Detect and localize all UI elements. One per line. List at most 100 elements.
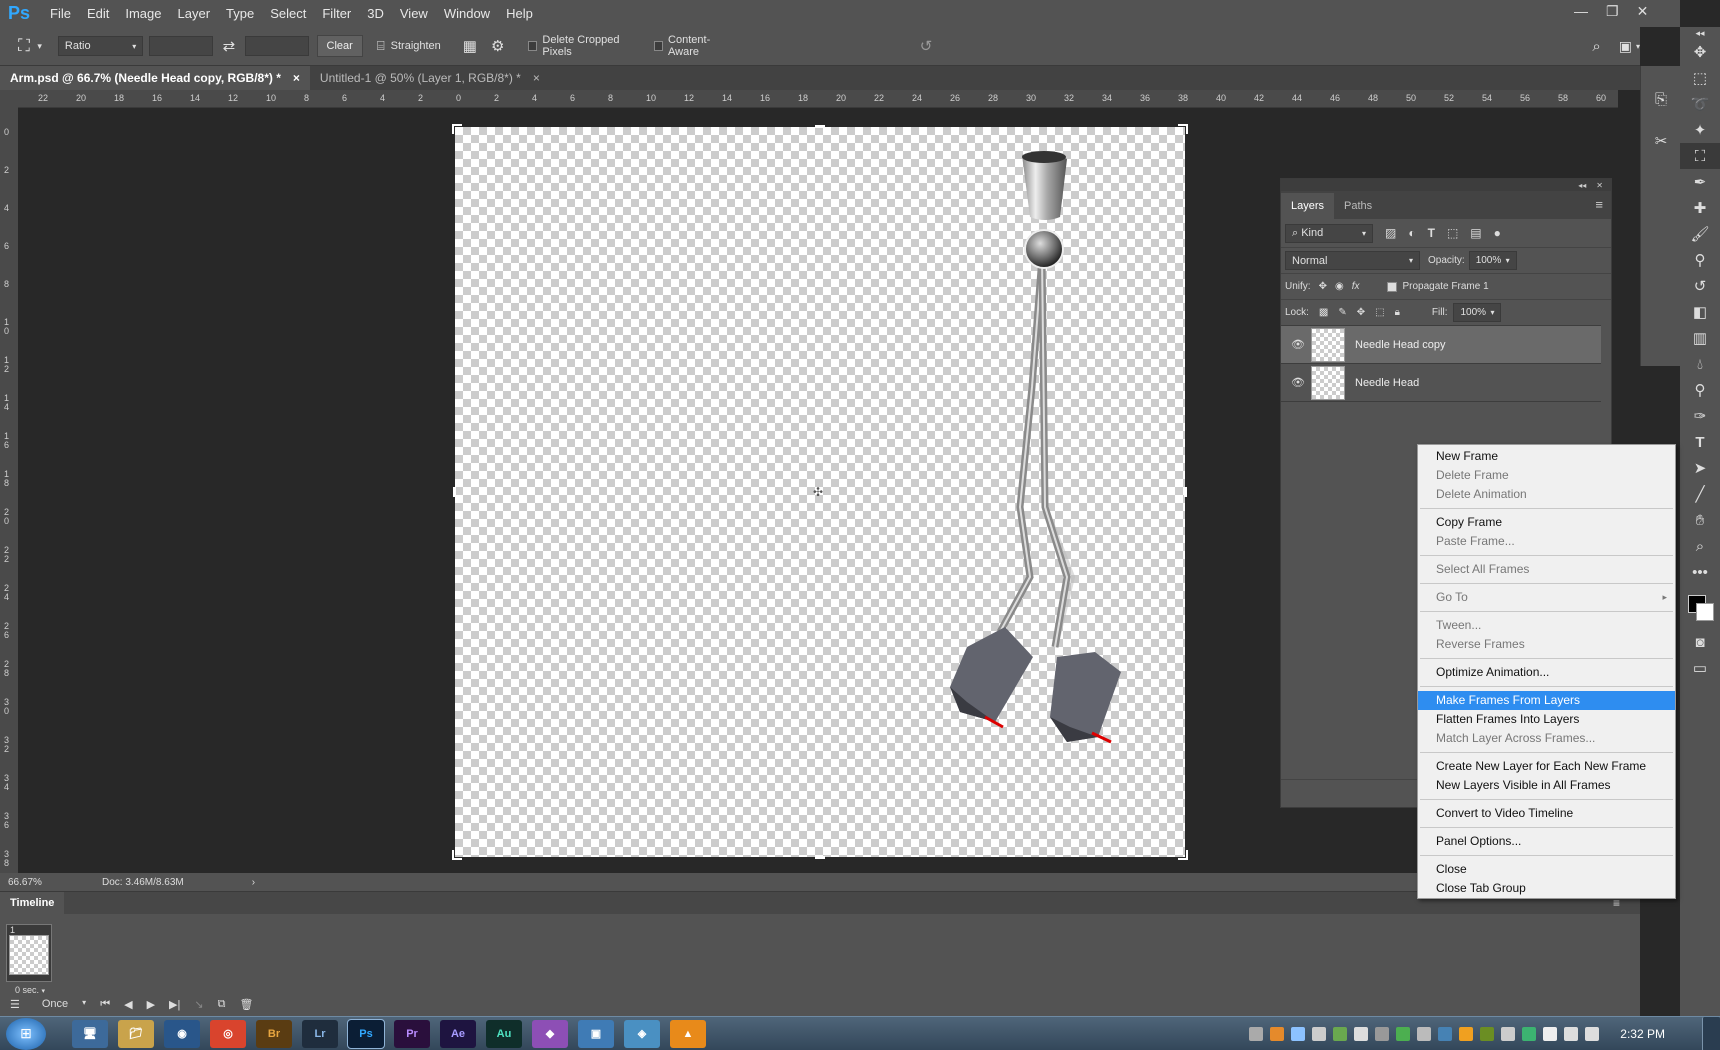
taskbar-ps-icon[interactable]: Ps — [347, 1018, 385, 1049]
background-color[interactable] — [1696, 603, 1714, 621]
flag-icon[interactable] — [1543, 1026, 1558, 1041]
taskbar-ae-icon[interactable]: Ae — [440, 1019, 476, 1048]
layer-row[interactable]: 👁︎ Needle Head copy — [1281, 326, 1601, 364]
lock-all-icon[interactable]: 🔒︎ — [1395, 307, 1400, 318]
menu-select[interactable]: Select — [262, 0, 314, 27]
lock-artboard-icon[interactable]: ⬚ — [1375, 307, 1384, 318]
clear-button[interactable]: Clear — [316, 35, 363, 57]
unify-position-icon[interactable]: ✥ — [1319, 281, 1327, 292]
clone-stamp-tool-icon[interactable]: ⚲ — [1680, 247, 1720, 273]
filter-type-icon[interactable]: T — [1428, 226, 1435, 240]
tray-icon[interactable] — [1480, 1026, 1495, 1041]
taskbar-pr-icon[interactable]: Pr — [394, 1019, 430, 1048]
chevron-down-icon[interactable]: ▾ — [1636, 42, 1640, 51]
menu-view[interactable]: View — [392, 0, 436, 27]
menu-item-create-new-layer-for-each-new-frame[interactable]: Create New Layer for Each New Frame — [1418, 757, 1675, 776]
menu-item-copy-frame[interactable]: Copy Frame — [1418, 513, 1675, 532]
volume-icon[interactable] — [1585, 1026, 1600, 1041]
menu-help[interactable]: Help — [498, 0, 541, 27]
eyedropper-tool-icon[interactable]: ✒ — [1680, 169, 1720, 195]
blend-mode-select[interactable]: Normal ▾ — [1285, 251, 1420, 270]
tools-preset-icon[interactable]: ✂ — [1641, 128, 1681, 154]
taskbar-browser-icon[interactable]: ◉ — [164, 1019, 200, 1048]
lock-transparency-icon[interactable]: ▩ — [1319, 307, 1328, 318]
tab-layers[interactable]: Layers — [1281, 193, 1335, 219]
delete-cropped-checkbox[interactable]: Delete Cropped Pixels — [528, 34, 638, 58]
unify-visibility-icon[interactable]: ◉ — [1335, 281, 1344, 292]
width-field[interactable] — [149, 36, 213, 56]
color-swatches[interactable] — [1680, 585, 1720, 629]
menu-item-optimize-animation[interactable]: Optimize Animation... — [1418, 663, 1675, 682]
tray-icon[interactable] — [1522, 1026, 1537, 1041]
search-icon[interactable]: ⌕ — [1592, 38, 1600, 55]
move-tool-icon[interactable]: ✥ — [1680, 39, 1720, 65]
menu-filter[interactable]: Filter — [314, 0, 359, 27]
network-icon[interactable] — [1564, 1026, 1579, 1041]
ratio-select[interactable]: Ratio ▾ — [57, 36, 144, 56]
tray-icon[interactable] — [1249, 1026, 1264, 1041]
menu-item-close[interactable]: Close — [1418, 860, 1675, 879]
blur-tool-icon[interactable]: 💧︎ — [1680, 351, 1720, 377]
menu-item-reverse-frames[interactable]: Reverse Frames — [1418, 635, 1675, 654]
trash-icon[interactable]: 🗑︎ — [239, 998, 253, 1011]
line-tool-icon[interactable]: ╱ — [1680, 481, 1720, 507]
crop-tool-icon[interactable]: ⛶ — [1680, 143, 1720, 169]
healing-brush-tool-icon[interactable]: ✚ — [1680, 195, 1720, 221]
brush-tool-icon[interactable]: 🖌︎ — [1680, 221, 1720, 247]
menu-item-delete-frame[interactable]: Delete Frame — [1418, 466, 1675, 485]
eraser-tool-icon[interactable]: ◧ — [1680, 299, 1720, 325]
type-tool-icon[interactable]: T — [1680, 429, 1720, 455]
chevron-right-icon[interactable]: › — [252, 877, 255, 888]
menu-window[interactable]: Window — [436, 0, 498, 27]
tray-icon[interactable] — [1459, 1026, 1474, 1041]
panel-menu-icon[interactable]: ≡ — [1595, 197, 1603, 212]
tab-untitled-1[interactable]: Untitled-1 @ 50% (Layer 1, RGB/8*) * × — [310, 66, 550, 90]
marquee-tool-icon[interactable]: ⬚ — [1680, 65, 1720, 91]
menu-item-delete-animation[interactable]: Delete Animation — [1418, 485, 1675, 504]
animation-frame-1[interactable]: 1 0 sec. ▾ — [6, 924, 52, 995]
duplicate-frame-icon[interactable]: ⧉ — [218, 998, 226, 1011]
unify-style-icon[interactable]: fx — [1352, 281, 1360, 292]
straighten-icon[interactable]: ⌸ — [377, 38, 385, 54]
menu-type[interactable]: Type — [218, 0, 262, 27]
filter-smart-object-icon[interactable]: ▤ — [1470, 226, 1481, 240]
loop-select[interactable]: Once ▾ — [42, 998, 86, 1010]
tray-icon[interactable] — [1438, 1026, 1453, 1041]
workspace-icon[interactable]: ▣ — [1619, 38, 1632, 55]
zoom-tool-icon[interactable]: ⌕ — [1680, 533, 1720, 559]
tray-icon[interactable] — [1375, 1026, 1390, 1041]
previous-frame-icon[interactable]: ◀ — [124, 998, 132, 1011]
taskbar-br-icon[interactable]: Br — [256, 1019, 292, 1048]
lock-position-icon[interactable]: ✥ — [1357, 307, 1365, 318]
lasso-tool-icon[interactable]: ➰ — [1680, 91, 1720, 117]
taskbar-app-icon[interactable]: ▣ — [578, 1019, 614, 1048]
document-canvas[interactable]: ✣ — [452, 124, 1188, 860]
content-aware-checkbox[interactable]: Content-Aware — [654, 34, 732, 58]
menu-item-close-tab-group[interactable]: Close Tab Group — [1418, 879, 1675, 898]
tray-icon[interactable] — [1501, 1026, 1516, 1041]
menu-item-select-all-frames[interactable]: Select All Frames — [1418, 560, 1675, 579]
filter-shape-icon[interactable]: ⬚ — [1447, 226, 1458, 240]
collapse-icon[interactable]: ◂◂ — [1578, 181, 1586, 190]
taskbar-vlc-icon[interactable]: ▲ — [670, 1019, 706, 1048]
next-frame-icon[interactable]: ▶| — [169, 998, 180, 1011]
filter-adjustment-icon[interactable]: ◐ — [1408, 226, 1415, 240]
menu-item-go-to[interactable]: Go To ▸ — [1418, 588, 1675, 607]
height-field[interactable] — [245, 36, 309, 56]
zoom-level[interactable]: 66.67% — [8, 877, 78, 888]
swap-icon[interactable]: ⇄ — [223, 37, 236, 55]
gradient-tool-icon[interactable]: ▥ — [1680, 325, 1720, 351]
tray-icon[interactable] — [1396, 1026, 1411, 1041]
opacity-field[interactable]: 100% ▾ — [1468, 251, 1517, 270]
dodge-tool-icon[interactable]: ⚲ — [1680, 377, 1720, 403]
menu-item-flatten-frames-into-layers[interactable]: Flatten Frames Into Layers — [1418, 710, 1675, 729]
tab-arm-psd[interactable]: Arm.psd @ 66.7% (Needle Head copy, RGB/8… — [0, 66, 310, 90]
tab-paths[interactable]: Paths — [1334, 193, 1382, 219]
fill-field[interactable]: 100% ▾ — [1453, 303, 1502, 322]
start-button[interactable]: ⊞ — [6, 1017, 46, 1050]
convert-timeline-icon[interactable]: ☰ — [10, 998, 20, 1011]
first-frame-icon[interactable]: ⏮ — [100, 998, 110, 1011]
eye-icon[interactable]: 👁︎ — [1291, 376, 1305, 389]
menu-item-paste-frame[interactable]: Paste Frame... — [1418, 532, 1675, 551]
collapse-icon[interactable]: ◂◂ — [1680, 27, 1720, 39]
